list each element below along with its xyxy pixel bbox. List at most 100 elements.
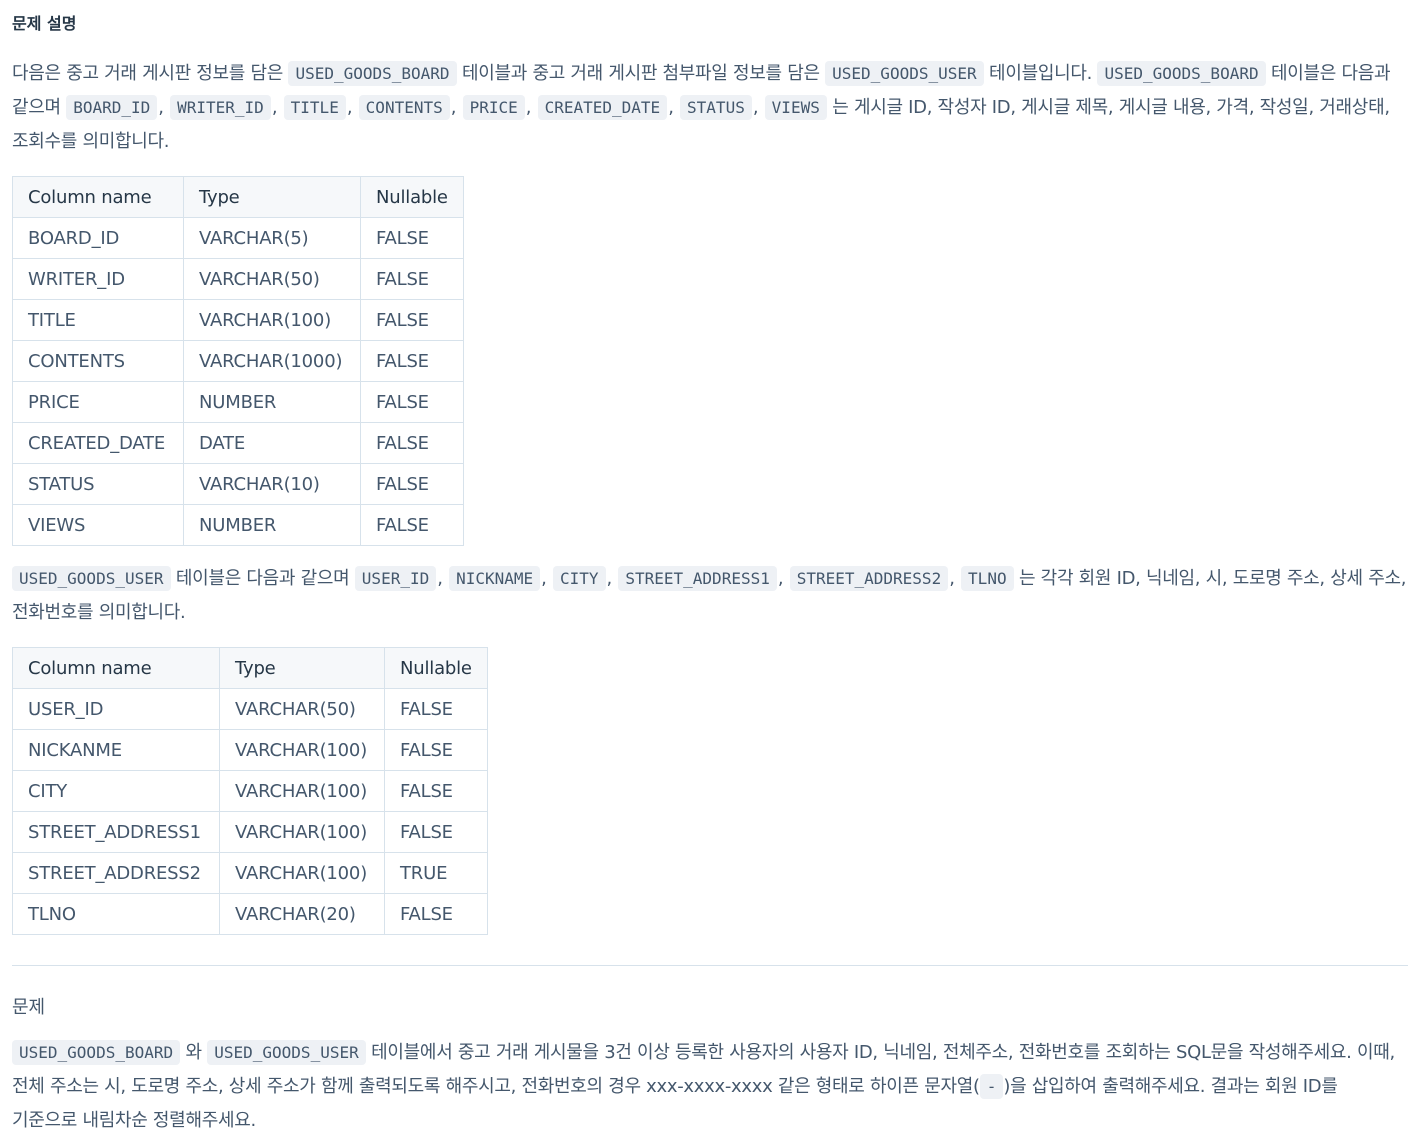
cell-nullable: FALSE (360, 381, 464, 423)
inline-code-table-name: USED_GOODS_USER (207, 1040, 366, 1065)
cell-type: VARCHAR(100) (219, 770, 385, 812)
cell-type: VARCHAR(20) (219, 893, 385, 935)
comma: , (752, 97, 764, 118)
cell-nullable: FALSE (384, 893, 488, 935)
cell-type: VARCHAR(1000) (183, 340, 361, 382)
inline-code-column: CREATED_DATE (537, 95, 668, 120)
cell-column-name: VIEWS (12, 504, 184, 546)
comma: , (541, 568, 552, 589)
comma: , (606, 568, 618, 589)
text: 테이블입니다. (983, 63, 1098, 84)
cell-type: VARCHAR(100) (183, 299, 361, 341)
table-row: NICKANME VARCHAR(100) FALSE (12, 729, 488, 771)
inline-code-column: PRICE (462, 95, 525, 120)
cell-column-name: NICKANME (12, 729, 220, 771)
comma: , (777, 568, 789, 589)
cell-nullable: FALSE (384, 729, 488, 771)
text: 다음은 중고 거래 게시판 정보를 담은 (12, 63, 289, 84)
cell-column-name: CREATED_DATE (12, 422, 184, 464)
table-header-row: Column name Type Nullable (12, 647, 488, 689)
cell-nullable: FALSE (360, 504, 464, 546)
inline-code-column: USER_ID (354, 566, 437, 591)
text: 테이블과 중고 거래 게시판 첨부파일 정보를 담은 (456, 63, 826, 84)
text: 테이블은 다음과 같으며 (170, 568, 355, 589)
cell-type: VARCHAR(100) (219, 811, 385, 853)
cell-nullable: FALSE (384, 770, 488, 812)
table-row: WRITER_ID VARCHAR(50) FALSE (12, 258, 464, 300)
table-row: CONTENTS VARCHAR(1000) FALSE (12, 340, 464, 382)
cell-type: DATE (183, 422, 361, 464)
table-row: STATUS VARCHAR(10) FALSE (12, 463, 464, 505)
inline-code-table-name: USED_GOODS_USER (825, 61, 984, 86)
table-row: STREET_ADDRESS1 VARCHAR(100) FALSE (12, 811, 488, 853)
inline-code-column: NICKNAME (449, 566, 541, 591)
problem-title: 문제 (12, 997, 46, 1018)
cell-nullable: TRUE (384, 852, 488, 894)
cell-nullable: FALSE (360, 340, 464, 382)
header-nullable: Nullable (360, 176, 464, 218)
table-row: VIEWS NUMBER FALSE (12, 504, 464, 546)
cell-type: VARCHAR(10) (183, 463, 361, 505)
comma: , (346, 97, 358, 118)
text: 와 (180, 1042, 208, 1063)
cell-nullable: FALSE (360, 463, 464, 505)
comma: , (158, 97, 170, 118)
inline-code-table-name: USED_GOODS_BOARD (288, 61, 457, 86)
table-row: BOARD_ID VARCHAR(5) FALSE (12, 217, 464, 259)
board-description: 다음은 중고 거래 게시판 정보를 담은 USED_GOODS_BOARD 테이… (12, 57, 1408, 159)
inline-code-column: TITLE (283, 95, 346, 120)
header-type: Type (219, 647, 385, 689)
inline-code-table-name: USED_GOODS_BOARD (12, 1040, 181, 1065)
cell-nullable: FALSE (360, 299, 464, 341)
cell-column-name: USER_ID (12, 688, 220, 730)
board-schema-table: Column name Type Nullable BOARD_ID VARCHA… (12, 176, 464, 546)
cell-column-name: CITY (12, 770, 220, 812)
cell-column-name: STATUS (12, 463, 184, 505)
table-row: PRICE NUMBER FALSE (12, 381, 464, 423)
user-description: USED_GOODS_USER 테이블은 다음과 같으며 USER_ID, NI… (12, 562, 1408, 630)
inline-code-table-name: USED_GOODS_USER (12, 566, 171, 591)
table-row: USER_ID VARCHAR(50) FALSE (12, 688, 488, 730)
cell-column-name: BOARD_ID (12, 217, 184, 259)
inline-code-column: VIEWS (764, 95, 827, 120)
inline-code-column: CITY (552, 566, 606, 591)
cell-type: VARCHAR(100) (219, 852, 385, 894)
cell-nullable: FALSE (360, 422, 464, 464)
table-row: CREATED_DATE DATE FALSE (12, 422, 464, 464)
cell-nullable: FALSE (360, 217, 464, 259)
inline-code-column: STATUS (680, 95, 752, 120)
header-column-name: Column name (12, 647, 220, 689)
comma: , (668, 97, 680, 118)
table-header-row: Column name Type Nullable (12, 176, 464, 218)
cell-type: NUMBER (183, 504, 361, 546)
cell-type: VARCHAR(50) (219, 688, 385, 730)
section-title: 문제 설명 (12, 14, 77, 33)
cell-type: VARCHAR(50) (183, 258, 361, 300)
cell-type: NUMBER (183, 381, 361, 423)
cell-column-name: PRICE (12, 381, 184, 423)
problem-statement: USED_GOODS_BOARD 와 USED_GOODS_USER 테이블에서… (12, 1036, 1408, 1138)
header-column-name: Column name (12, 176, 184, 218)
inline-code-column: BOARD_ID (66, 95, 158, 120)
user-schema-table: Column name Type Nullable USER_ID VARCHAR… (12, 647, 488, 935)
cell-type: VARCHAR(5) (183, 217, 361, 259)
cell-column-name: CONTENTS (12, 340, 184, 382)
cell-nullable: FALSE (384, 688, 488, 730)
comma: , (450, 97, 462, 118)
inline-code-column: WRITER_ID (170, 95, 271, 120)
comma: , (271, 97, 283, 118)
cell-column-name: TLNO (12, 893, 220, 935)
header-type: Type (183, 176, 361, 218)
inline-code-column: TLNO (961, 566, 1014, 591)
cell-column-name: TITLE (12, 299, 184, 341)
inline-code-table-name: USED_GOODS_BOARD (1097, 61, 1266, 86)
cell-nullable: FALSE (360, 258, 464, 300)
comma: , (525, 97, 537, 118)
cell-column-name: STREET_ADDRESS2 (12, 852, 220, 894)
section-divider (12, 965, 1408, 966)
inline-code-hyphen: - (979, 1074, 1004, 1099)
comma: , (949, 568, 961, 589)
cell-nullable: FALSE (384, 811, 488, 853)
table-row: TLNO VARCHAR(20) FALSE (12, 893, 488, 935)
cell-column-name: WRITER_ID (12, 258, 184, 300)
